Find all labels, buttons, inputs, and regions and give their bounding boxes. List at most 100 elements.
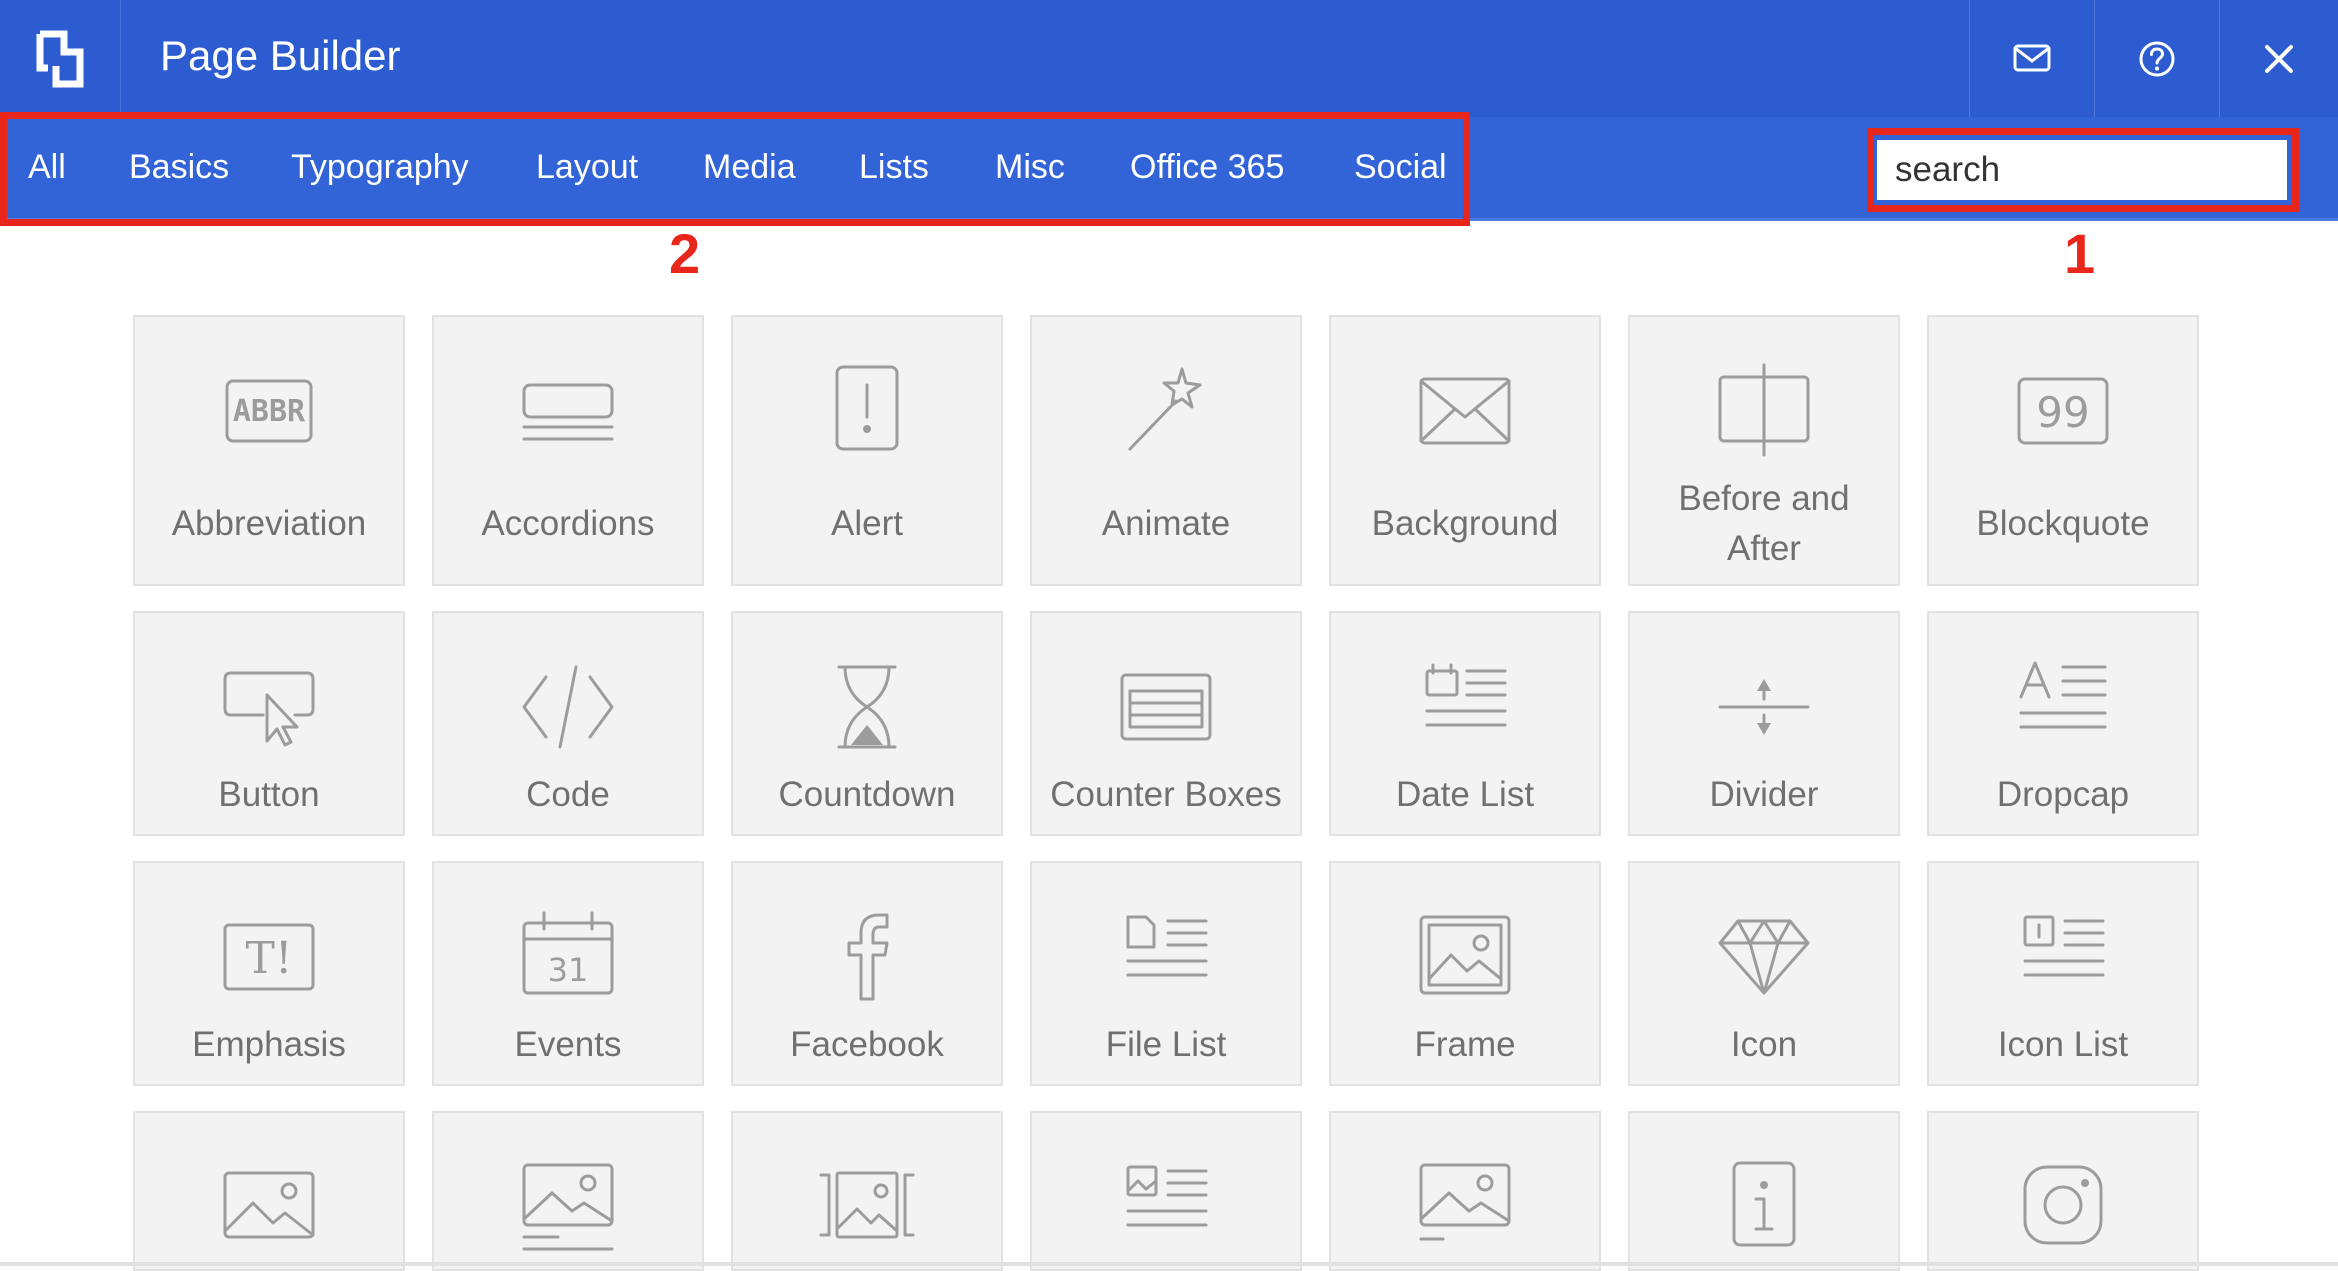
tile-frame[interactable]: Frame [1329, 861, 1601, 1086]
app-title: Page Builder [160, 32, 401, 79]
close-icon [2265, 44, 2293, 73]
tile-countdown[interactable]: Countdown [731, 611, 1003, 836]
before-after-icon [1630, 361, 1898, 461]
facebook-icon [733, 907, 1001, 1007]
tile-label: Countdown [778, 775, 956, 814]
tile-date-list[interactable]: Date List [1329, 611, 1601, 836]
tile-label: Events [514, 1025, 622, 1064]
search-input[interactable] [1877, 140, 2287, 200]
mail-button[interactable] [1969, 0, 2094, 117]
tile-events[interactable]: 31 Events [432, 861, 704, 1086]
divider-icon [1630, 657, 1898, 757]
tile-file-list[interactable]: File List [1030, 861, 1302, 1086]
tab-layout[interactable]: Layout [536, 117, 638, 218]
mail-icon [2013, 44, 2051, 71]
tile-label: Divider [1709, 775, 1819, 814]
tile-label: Facebook [790, 1025, 944, 1064]
tile-label: Icon [1730, 1025, 1798, 1064]
tile-label: File List [1105, 1025, 1227, 1064]
tile-label: Button [218, 775, 320, 814]
alert-icon [733, 361, 1001, 461]
tile-image-list[interactable] [1030, 1111, 1302, 1271]
tile-label: Counter Boxes [1050, 775, 1282, 814]
page-builder-logo [0, 0, 121, 117]
tab-misc[interactable]: Misc [995, 117, 1065, 218]
accordions-icon [434, 361, 702, 461]
date-list-icon [1331, 657, 1599, 757]
tab-lists[interactable]: Lists [859, 117, 929, 218]
tile-blockquote[interactable]: 99 Blockquote [1927, 315, 2199, 586]
dropcap-icon [1929, 657, 2197, 757]
tile-code[interactable]: Code [432, 611, 704, 836]
icon-list-icon [1929, 907, 2197, 1007]
tile-label: Dropcap [1996, 775, 2130, 814]
diamond-icon [1630, 907, 1898, 1007]
help-icon [2139, 41, 2175, 76]
envelope-background-icon [1331, 361, 1599, 461]
help-button[interactable] [2094, 0, 2219, 117]
code-icon [434, 657, 702, 757]
tile-accordions[interactable]: Accordions [432, 315, 704, 586]
svg-text:T!: T! [245, 933, 292, 984]
hourglass-icon [733, 657, 1001, 757]
tile-emphasis[interactable]: T! Emphasis [133, 861, 405, 1086]
tile-label: Icon List [1997, 1025, 2129, 1064]
frame-icon [1331, 907, 1599, 1007]
tile-image-gallery[interactable] [731, 1111, 1003, 1271]
tile-button[interactable]: Button [133, 611, 405, 836]
tile-background[interactable]: Background [1329, 315, 1601, 586]
tile-label: Accordions [481, 504, 655, 543]
tile-label: Blockquote [1976, 504, 2150, 543]
emphasis-icon: T! [135, 907, 403, 1007]
tile-dropcap[interactable]: Dropcap [1927, 611, 2199, 836]
svg-text:99: 99 [2036, 388, 2089, 437]
image-gallery-icon [733, 1157, 1001, 1257]
magic-wand-icon [1032, 361, 1300, 461]
calendar-icon: 31 [434, 907, 702, 1007]
tabs-annotation-number: 2 [669, 222, 701, 285]
tab-office-365[interactable]: Office 365 [1130, 117, 1284, 218]
tile-label: Before and After [1678, 479, 1850, 568]
tile-image-caption[interactable] [432, 1111, 704, 1271]
image-icon [135, 1157, 403, 1257]
bottom-edge [0, 1262, 2338, 1266]
tab-basics[interactable]: Basics [129, 117, 229, 218]
tile-abbreviation[interactable]: ABBR Abbreviation [133, 315, 405, 586]
close-button[interactable] [2219, 0, 2338, 117]
tile-label: Emphasis [192, 1025, 346, 1064]
tile-instagram[interactable] [1927, 1111, 2199, 1271]
tile-label: Alert [831, 504, 903, 543]
tile-label: Date List [1395, 775, 1535, 814]
tile-info[interactable] [1628, 1111, 1900, 1271]
tile-image[interactable] [133, 1111, 405, 1271]
search-annotation-number: 1 [2064, 222, 2096, 285]
tile-label: Abbreviation [171, 504, 367, 543]
svg-text:31: 31 [548, 951, 589, 989]
tile-icon[interactable]: Icon [1628, 861, 1900, 1086]
tab-typography[interactable]: Typography [291, 117, 469, 218]
tile-divider[interactable]: Divider [1628, 611, 1900, 836]
tile-counter-boxes[interactable]: Counter Boxes [1030, 611, 1302, 836]
image-list-icon [1032, 1157, 1300, 1257]
abbr-icon: ABBR [135, 361, 403, 461]
app-header: Page Builder [0, 0, 2338, 117]
tab-social[interactable]: Social [1354, 117, 1447, 218]
tile-label: Animate [1101, 504, 1231, 543]
tile-before-and-after[interactable]: Before and After [1628, 315, 1900, 586]
svg-text:ABBR: ABBR [233, 394, 306, 429]
file-list-icon [1032, 907, 1300, 1007]
tile-alert[interactable]: Alert [731, 315, 1003, 586]
tile-image-card[interactable] [1329, 1111, 1601, 1271]
tile-facebook[interactable]: Facebook [731, 861, 1003, 1086]
tile-animate[interactable]: Animate [1030, 315, 1302, 586]
tab-all[interactable]: All [28, 117, 66, 218]
info-icon [1630, 1157, 1898, 1257]
blockquote-icon: 99 [1929, 361, 2197, 461]
tile-icon-list[interactable]: Icon List [1927, 861, 2199, 1086]
counter-boxes-icon [1032, 657, 1300, 757]
image-card-icon [1331, 1157, 1599, 1257]
tab-media[interactable]: Media [703, 117, 796, 218]
image-caption-icon [434, 1157, 702, 1257]
button-cursor-icon [135, 657, 403, 757]
tile-label: Background [1371, 504, 1559, 543]
